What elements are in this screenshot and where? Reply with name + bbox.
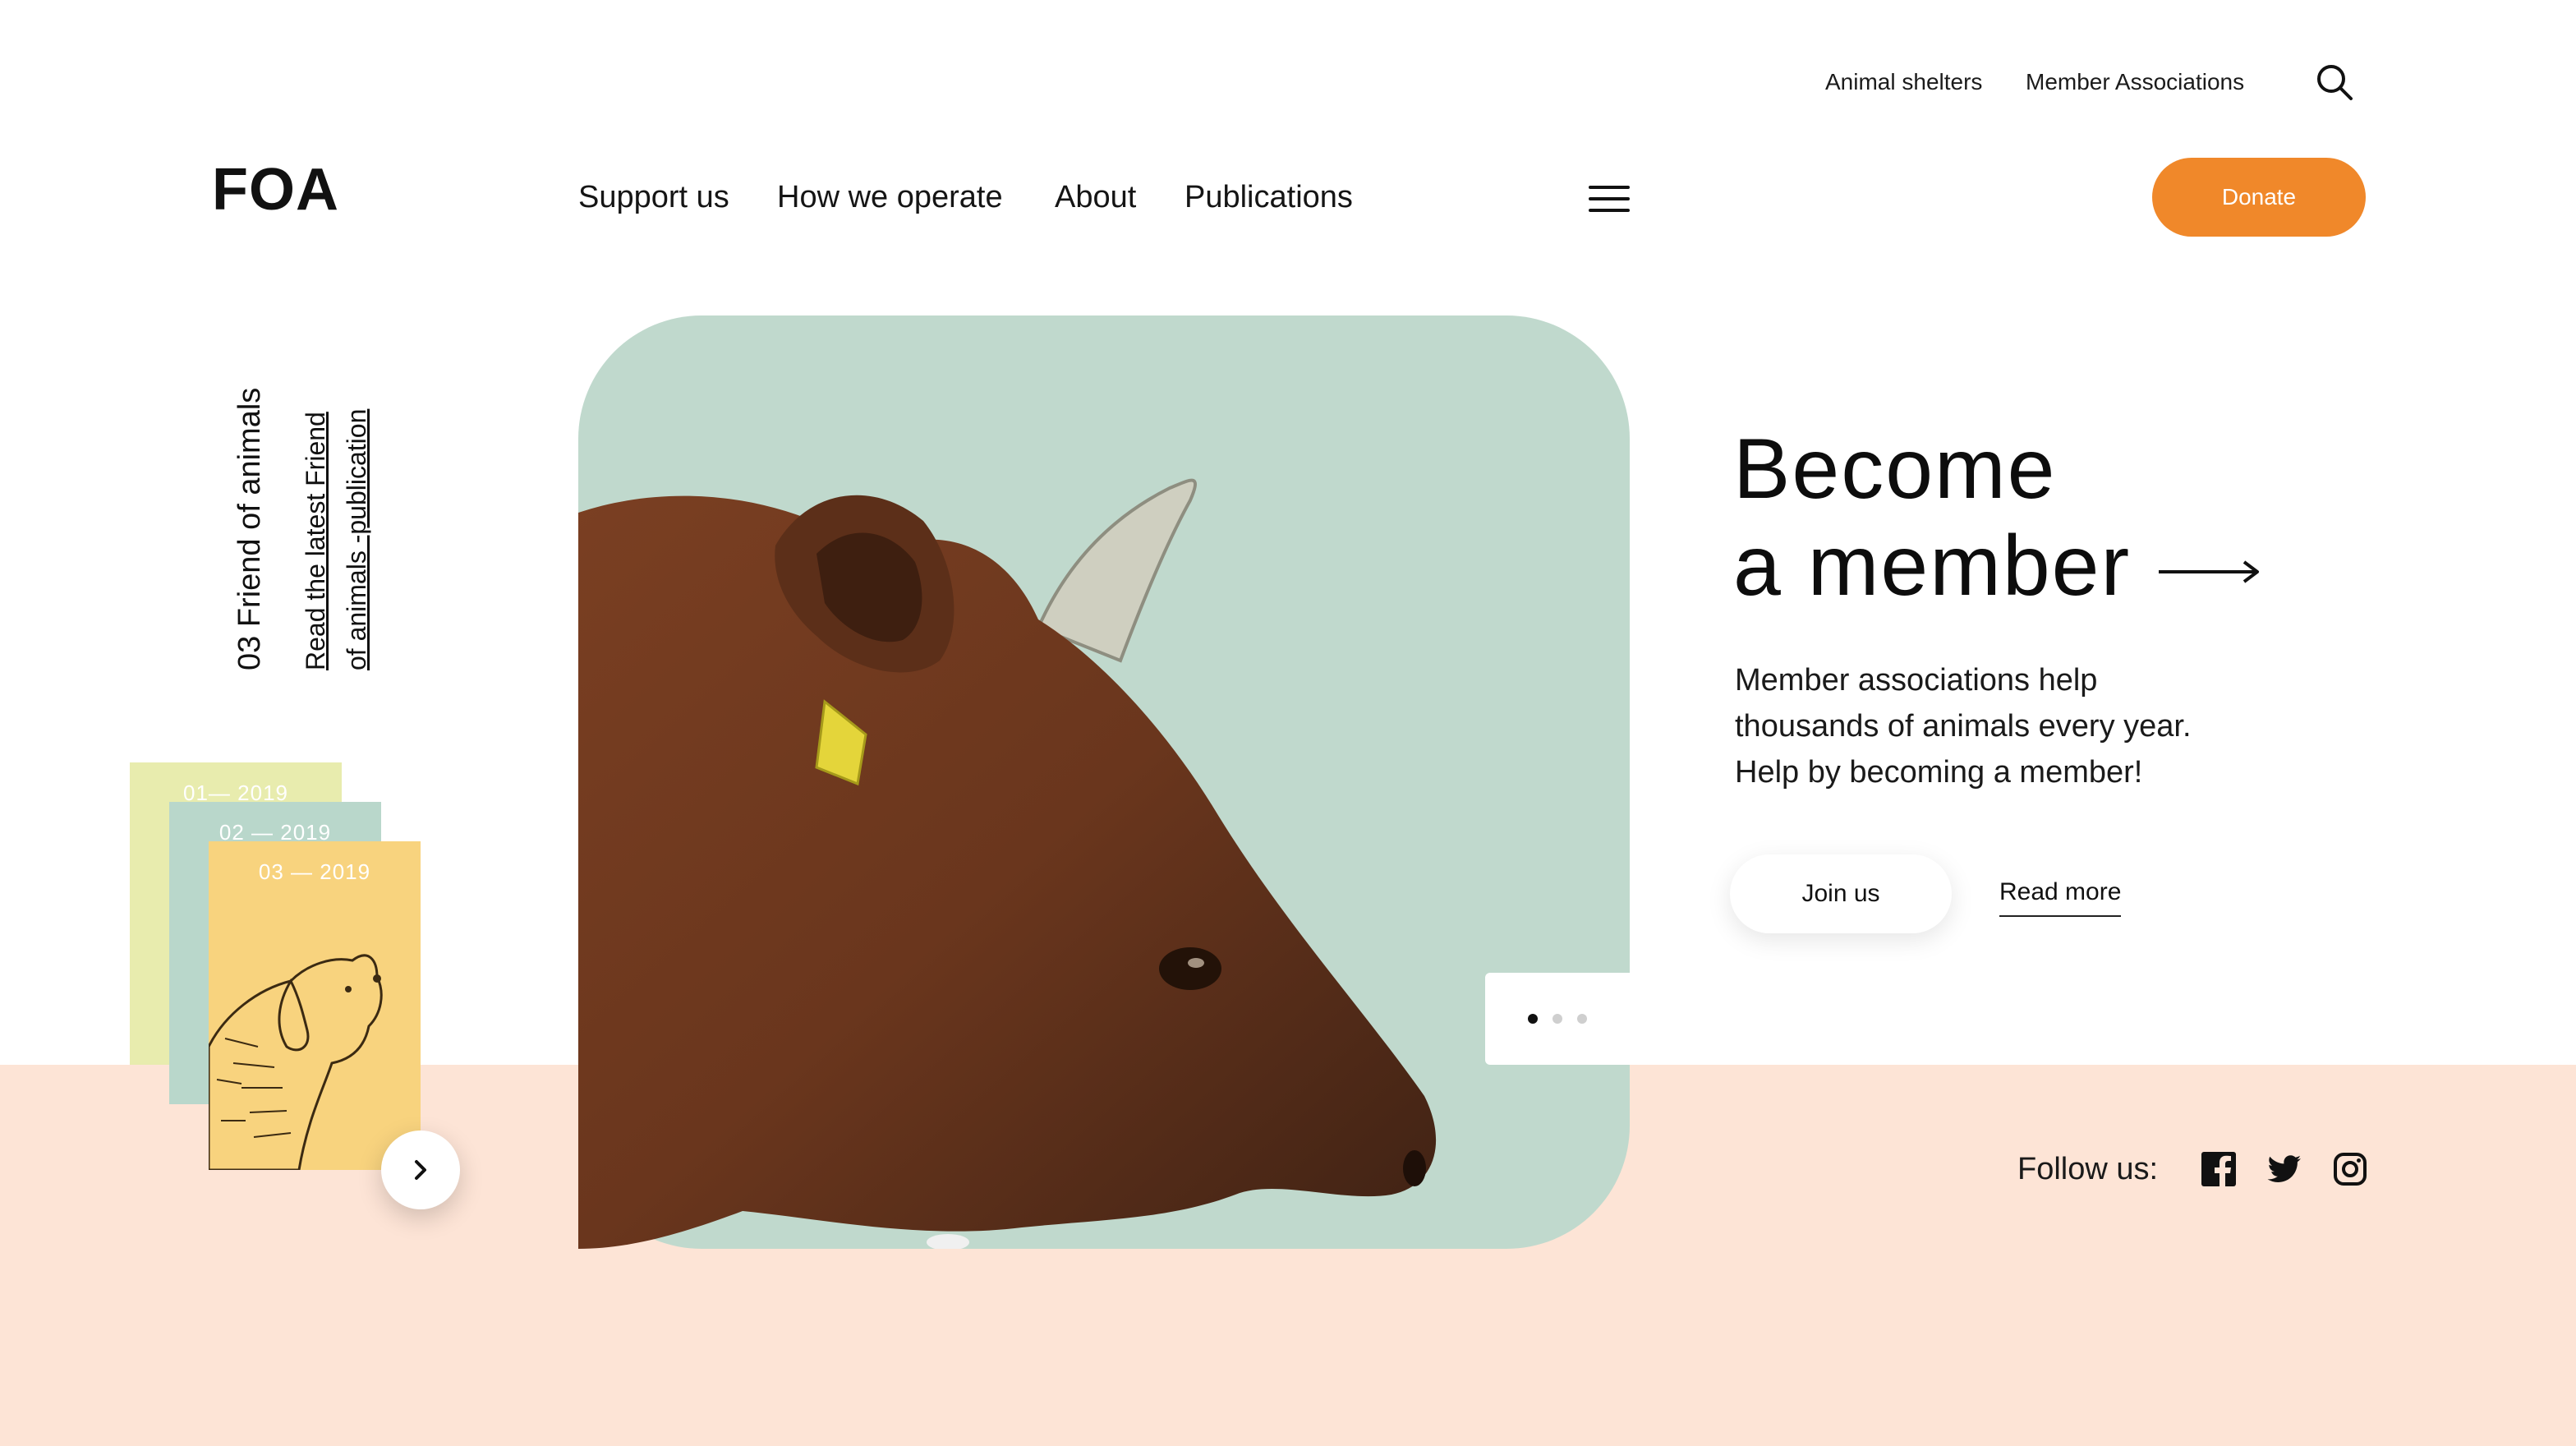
nav-about[interactable]: About — [1055, 174, 1136, 220]
hamburger-menu-icon[interactable] — [1589, 186, 1630, 214]
desc-line-3: Help by becoming a member! — [1735, 755, 2143, 790]
facebook-icon[interactable] — [2201, 1152, 2236, 1186]
cow-head-illustration — [578, 478, 1437, 1249]
instagram-icon[interactable] — [2333, 1152, 2367, 1186]
utility-link-animal-shelters[interactable]: Animal shelters — [1825, 66, 1982, 99]
become-member-headline: Become a member — [1733, 421, 2131, 615]
next-publication-button[interactable] — [381, 1131, 460, 1209]
desc-line-2: thousands of animals every year. — [1735, 709, 2192, 744]
cover-label: 03 — 2019 — [258, 859, 371, 884]
read-latest-publication-link[interactable]: Read the latest Friend — [299, 412, 332, 670]
nav-support-us[interactable]: Support us — [578, 174, 729, 220]
publication-cover-03[interactable]: 03 — 2019 — [209, 841, 421, 1170]
nav-how-we-operate[interactable]: How we operate — [777, 174, 1003, 220]
headline-line-2: a member — [1733, 518, 2132, 614]
slide-dot-1[interactable] — [1528, 1014, 1538, 1024]
slider-pagination — [1485, 973, 1630, 1065]
arrow-right-icon[interactable] — [2159, 555, 2261, 588]
read-latest-publication-link-line2[interactable]: of animals -publication — [340, 409, 373, 670]
hero-image — [578, 315, 1630, 1249]
search-icon[interactable] — [2315, 62, 2354, 102]
chevron-right-icon — [415, 1160, 426, 1180]
slide-dot-3[interactable] — [1577, 1014, 1587, 1024]
slide-dot-2[interactable] — [1552, 1014, 1562, 1024]
utility-link-member-associations[interactable]: Member Associations — [2026, 66, 2244, 99]
dog-illustration — [209, 954, 383, 1170]
read-more-link[interactable]: Read more — [1999, 876, 2122, 917]
headline-line-1: Become — [1733, 421, 2057, 517]
follow-us-label: Follow us: — [2017, 1152, 2159, 1186]
nav-publications[interactable]: Publications — [1184, 174, 1353, 220]
publication-issue-title: 03 Friend of animals — [232, 387, 267, 670]
join-us-button[interactable]: Join us — [1730, 854, 1952, 933]
member-description: Member associations help thousands of an… — [1735, 657, 2261, 795]
desc-line-1: Member associations help — [1735, 663, 2098, 698]
donate-button[interactable]: Donate — [2152, 158, 2366, 237]
site-logo[interactable]: FOA — [212, 153, 339, 227]
twitter-icon[interactable] — [2267, 1152, 2302, 1186]
